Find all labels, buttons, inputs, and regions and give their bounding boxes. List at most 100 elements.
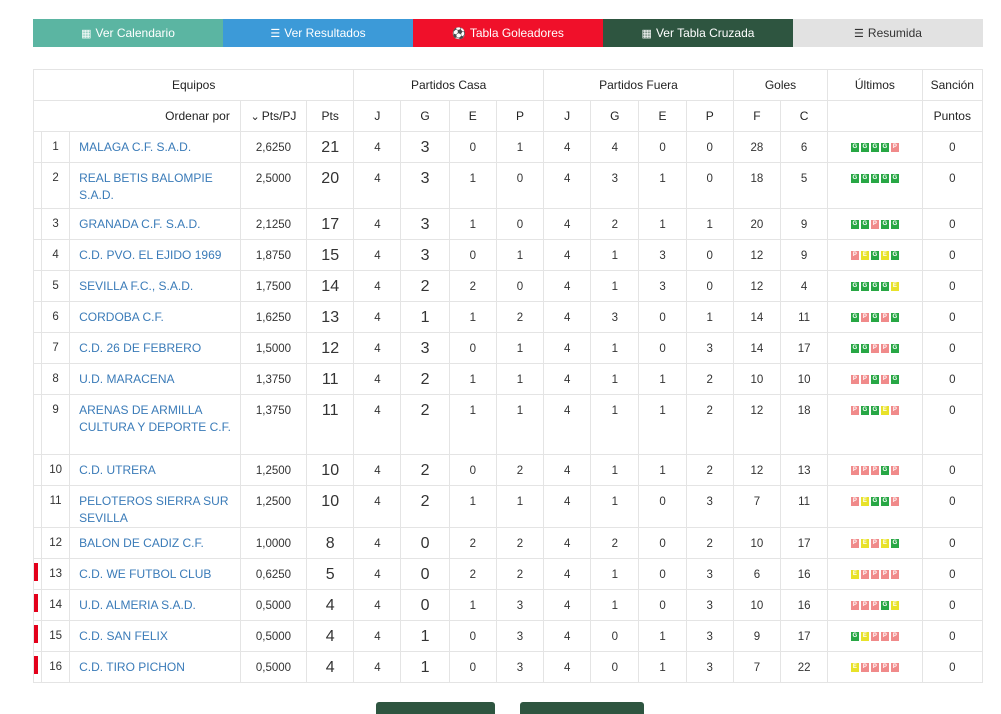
team-name-link[interactable]: C.D. SAN FELIX: [70, 621, 240, 645]
result-P-badge: P: [870, 344, 879, 353]
sort-pts-pj[interactable]: ⌄ Pts/PJ: [239, 100, 308, 132]
home-won-cell: 0: [400, 558, 450, 590]
team-cell[interactable]: PELOTEROS SIERRA SUR SEVILLA: [69, 485, 241, 528]
away-played: 4: [563, 343, 571, 355]
away-played-cell: 4: [543, 301, 592, 333]
sanction-cell: 0: [921, 485, 984, 528]
table-row: 5 SEVILLA F.C., S.A.D. 1,7500 14 4 2 2 0 4 1 3 0 12 4…: [32, 270, 984, 302]
team-cell[interactable]: C.D. 26 DE FEBRERO: [69, 332, 241, 364]
team-name-link[interactable]: C.D. 26 DE FEBRERO: [70, 333, 240, 357]
team-name-link[interactable]: C.D. WE FUTBOL CLUB: [70, 559, 240, 583]
away-won: 0: [611, 631, 619, 643]
home-won: 1: [420, 659, 430, 676]
team-cell[interactable]: GRANADA C.F. S.A.D.: [69, 208, 241, 240]
team-cell[interactable]: CORDOBA C.F.: [69, 301, 241, 333]
team-cell[interactable]: MALAGA C.F. S.A.D.: [69, 131, 241, 163]
home-drawn: 0: [469, 343, 476, 355]
team-cell[interactable]: U.D. ALMERIA S.A.D.: [69, 589, 241, 621]
pts-per-game: 0,5000: [255, 662, 292, 674]
home-played: 4: [374, 496, 381, 508]
away-drawn: 0: [659, 569, 666, 581]
team-name-link[interactable]: C.D. UTRERA: [70, 455, 240, 479]
result-G-badge: G: [880, 220, 889, 229]
team-name-link[interactable]: BALON DE CADIZ C.F.: [70, 528, 240, 552]
away-won-cell: 2: [590, 208, 640, 240]
pts-per-game-cell: 2,1250: [239, 208, 308, 240]
team-name-link[interactable]: U.D. ALMERIA S.A.D.: [70, 590, 240, 614]
home-won: 0: [420, 535, 430, 552]
soccer-ball-icon: ⚽: [452, 27, 466, 40]
pts-per-game: 2,6250: [255, 142, 292, 154]
home-played-cell: 4: [353, 454, 402, 486]
table-row: 13 C.D. WE FUTBOL CLUB 0,6250 5 4 0 2 2 4 1 0 3 6 16 E…: [32, 558, 984, 590]
tab-label: Tabla Goleadores: [469, 26, 564, 40]
result-G-badge: G: [870, 375, 879, 384]
tab-tabla-goleadores[interactable]: ⚽ Tabla Goleadores: [413, 19, 603, 47]
team-name-link[interactable]: U.D. MARACENA: [70, 364, 240, 388]
result-E-badge: E: [860, 251, 869, 260]
position-cell: 13: [41, 558, 71, 590]
pts-per-game-cell: 1,2500: [239, 485, 308, 528]
position-cell: 4: [41, 239, 71, 271]
goals-against: 18: [797, 405, 811, 417]
header-sancion: Sanción: [921, 69, 984, 101]
points-cell: 11: [306, 394, 355, 455]
home-lost: 2: [516, 538, 524, 550]
team-name-link[interactable]: C.D. PVO. EL EJIDO 1969: [70, 240, 240, 264]
away-drawn: 1: [659, 405, 666, 417]
tab-ver-tabla-cruzada[interactable]: ▦ Ver Tabla Cruzada: [603, 19, 793, 47]
home-lost-cell: 1: [495, 239, 545, 271]
team-cell[interactable]: BALON DE CADIZ C.F.: [69, 527, 241, 559]
result-P-badge: P: [860, 601, 869, 610]
last-results-cell: PPPGP: [827, 454, 923, 486]
footer-button-right[interactable]: [520, 702, 644, 714]
result-P-badge: P: [850, 251, 859, 260]
table-row: 7 C.D. 26 DE FEBRERO 1,5000 12 4 3 0 1 4 1 0 3 14 17 G…: [32, 332, 984, 364]
home-drawn-cell: 1: [448, 394, 497, 455]
team-cell[interactable]: C.D. TIRO PICHON: [69, 651, 241, 683]
points-cell: 17: [306, 208, 355, 240]
team-cell[interactable]: C.D. UTRERA: [69, 454, 241, 486]
away-played: 4: [563, 142, 571, 154]
team-cell[interactable]: C.D. PVO. EL EJIDO 1969: [69, 239, 241, 271]
footer-button-left[interactable]: [376, 702, 495, 714]
position: 8: [52, 373, 59, 385]
home-drawn-cell: 1: [448, 485, 497, 528]
position-cell: 1: [41, 131, 71, 163]
home-played: 4: [374, 405, 381, 417]
position: 11: [49, 495, 62, 507]
home-drawn-cell: 1: [448, 301, 497, 333]
team-cell[interactable]: SEVILLA F.C., S.A.D.: [69, 270, 241, 302]
position: 5: [52, 280, 59, 292]
pts-per-game: 1,3750: [255, 374, 292, 386]
team-name-link[interactable]: MALAGA C.F. S.A.D.: [70, 132, 240, 156]
sanction-points: 0: [949, 569, 956, 581]
away-won-cell: 3: [590, 162, 640, 209]
home-lost-cell: 1: [495, 394, 545, 455]
team-cell[interactable]: REAL BETIS BALOMPIE S.A.D.: [69, 162, 241, 209]
goals-against: 10: [797, 374, 811, 386]
team-cell[interactable]: C.D. SAN FELIX: [69, 620, 241, 652]
sanction-points: 0: [949, 250, 956, 262]
away-played-cell: 4: [543, 270, 592, 302]
tab-ver-calendario[interactable]: ▦ Ver Calendario: [33, 19, 223, 47]
team-name-link[interactable]: SEVILLA F.C., S.A.D.: [70, 271, 240, 295]
result-P-badge: P: [890, 466, 899, 475]
team-cell[interactable]: U.D. MARACENA: [69, 363, 241, 395]
tab-resumida[interactable]: ☰ Resumida: [793, 19, 983, 47]
sort-pts[interactable]: Pts: [306, 100, 355, 132]
header-puntos: Puntos: [921, 100, 984, 132]
pts-per-game-cell: 0,5000: [239, 589, 308, 621]
team-name-link[interactable]: PELOTEROS SIERRA SUR SEVILLA: [70, 486, 240, 527]
team-name-link[interactable]: REAL BETIS BALOMPIE S.A.D.: [70, 163, 240, 204]
team-name-link[interactable]: CORDOBA C.F.: [70, 302, 240, 326]
result-P-badge: P: [870, 570, 879, 579]
team-cell[interactable]: ARENAS DE ARMILLA CULTURA Y DEPORTE C.F.: [69, 394, 241, 455]
team-name-link[interactable]: GRANADA C.F. S.A.D.: [70, 209, 240, 233]
team-name-link[interactable]: C.D. TIRO PICHON: [70, 652, 240, 676]
away-lost: 3: [706, 600, 713, 612]
tab-ver-resultados[interactable]: ☰ Ver Resultados: [223, 19, 413, 47]
team-cell[interactable]: C.D. WE FUTBOL CLUB: [69, 558, 241, 590]
away-lost-cell: 3: [685, 620, 734, 652]
team-name-link[interactable]: ARENAS DE ARMILLA CULTURA Y DEPORTE C.F.: [70, 395, 240, 436]
